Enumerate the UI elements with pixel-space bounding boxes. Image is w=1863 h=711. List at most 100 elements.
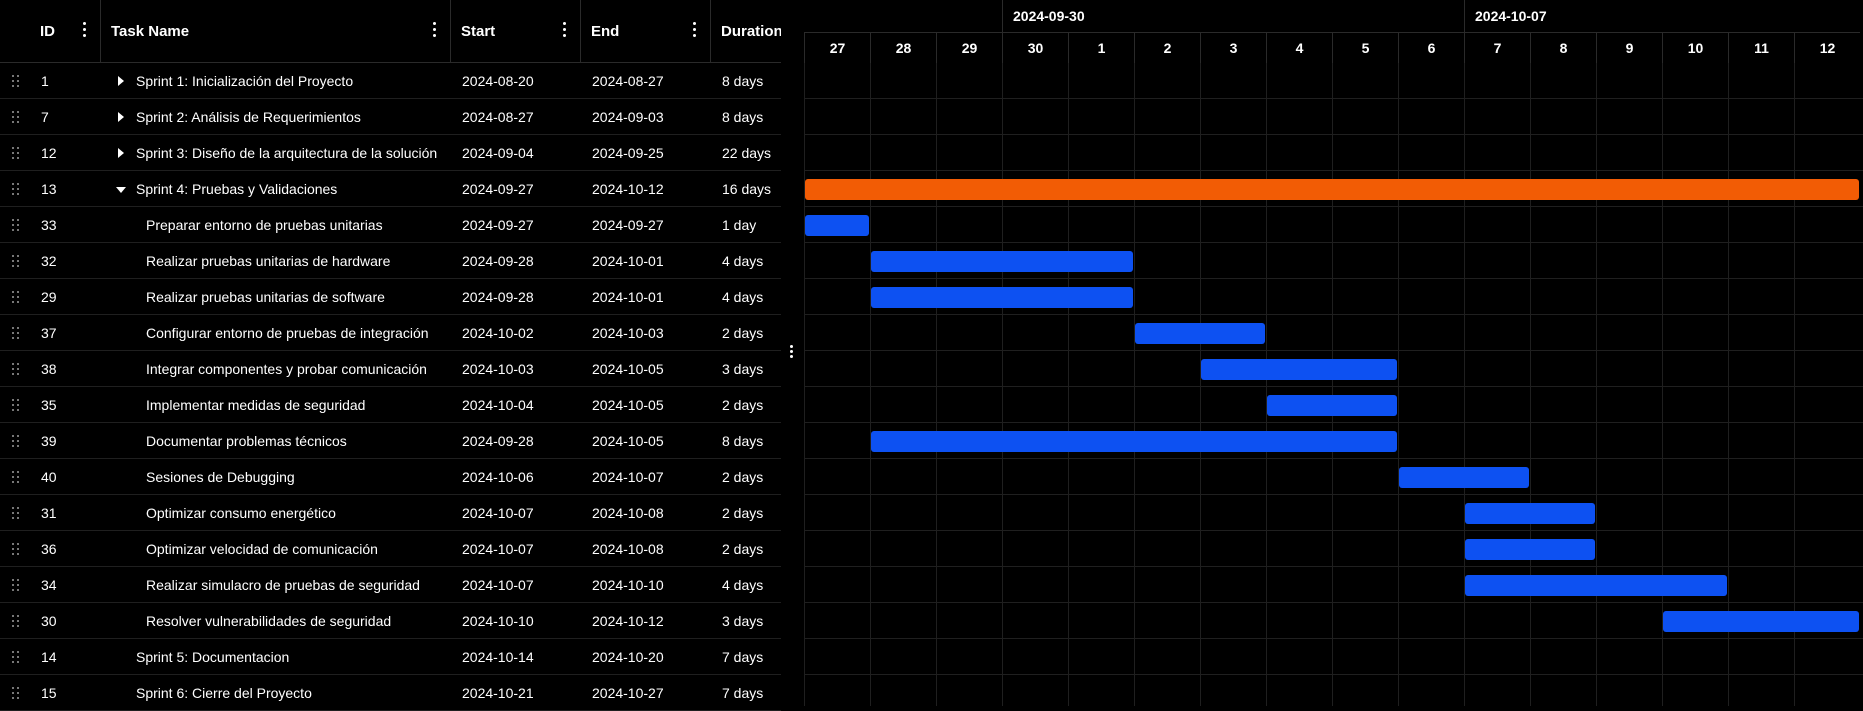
table-row[interactable]: 35 Implementar medidas de seguridad 2024-1… [0,387,781,423]
timeline-day-label: 1 [1068,32,1134,63]
column-header-end[interactable]: End [581,0,711,63]
cell-start: 2024-09-28 [462,433,534,449]
cell-start: 2024-09-27 [462,217,534,233]
cell-task-name: Sprint 3: Diseño de la arquitectura de l… [101,135,451,171]
cell-start: 2024-10-03 [462,361,534,377]
task-bar[interactable] [1663,611,1859,632]
drag-handle-icon[interactable] [12,291,20,303]
task-bar[interactable] [871,431,1397,452]
task-bar[interactable] [1465,575,1727,596]
table-row[interactable]: 14 Sprint 5: Documentacion 2024-10-14 2024-… [0,639,781,675]
drag-handle-icon[interactable] [12,687,20,699]
drag-handle-icon[interactable] [12,651,20,663]
cell-start: 2024-10-04 [462,397,534,413]
panel-splitter[interactable] [781,0,804,706]
cell-duration: 2 days [722,505,764,521]
timeline-day-label: 6 [1398,32,1464,63]
drag-handle-icon[interactable] [12,255,20,267]
drag-handle-icon[interactable] [12,579,20,591]
drag-handle-icon[interactable] [12,543,20,555]
table-row[interactable]: 33 Preparar entorno de pruebas unitarias 2… [0,207,781,243]
table-row[interactable]: 40 Sesiones de Debugging 2024-10-06 2024-10… [0,459,781,495]
task-bar[interactable] [1465,539,1595,560]
task-name-text: Sprint 6: Cierre del Proyecto [136,685,312,701]
timeline-row-line [804,566,1863,567]
table-row[interactable]: 1 Sprint 1: Inicialización del Proyecto 20… [0,63,781,99]
drag-handle-icon[interactable] [12,183,20,195]
cell-end: 2024-10-20 [592,649,664,665]
drag-handle-icon[interactable] [12,111,20,123]
task-bar[interactable] [1465,503,1595,524]
task-name-text: Implementar medidas de seguridad [146,397,366,413]
timeline-week-label: 2024-09-30 [1002,0,1464,32]
cell-duration: 22 days [722,145,772,161]
timeline-row-line [804,350,1863,351]
expand-toggle-icon[interactable] [118,148,124,158]
expand-toggle-icon[interactable] [118,112,124,122]
drag-handle-icon[interactable] [12,327,20,339]
cell-end: 2024-10-08 [592,541,664,557]
splitter-handle-icon[interactable] [790,345,794,359]
task-bar[interactable] [1201,359,1397,380]
column-header-end-label: End [591,23,620,40]
task-name-text: Configurar entorno de pruebas de integra… [146,325,429,341]
cell-id: 29 [41,289,57,305]
drag-handle-icon[interactable] [12,615,20,627]
task-bar[interactable] [871,287,1133,308]
expand-toggle-icon[interactable] [118,76,124,86]
summary-task-bar[interactable] [805,179,1859,200]
table-row[interactable]: 32 Realizar pruebas unitarias de hardware… [0,243,781,279]
table-row[interactable]: 34 Realizar simulacro de pruebas de segur… [0,567,781,603]
drag-handle-icon[interactable] [12,75,20,87]
drag-handle-icon[interactable] [12,219,20,231]
task-bar[interactable] [1135,323,1265,344]
table-row[interactable]: 39 Documentar problemas técnicos 2024-09-2… [0,423,781,459]
cell-start: 2024-09-28 [462,253,534,269]
drag-handle-icon[interactable] [12,363,20,375]
task-bar[interactable] [871,251,1133,272]
column-header-start[interactable]: Start [451,0,581,63]
cell-task-name: Sprint 4: Pruebas y Validaciones [101,171,451,207]
column-menu-icon[interactable] [81,22,87,38]
cell-duration: 1 day [722,217,757,233]
column-header-name[interactable]: Task Name [101,0,451,63]
cell-start: 2024-09-27 [462,181,534,197]
task-bar[interactable] [805,215,869,236]
cell-task-name: Optimizar velocidad de comunicación [101,531,451,567]
cell-start: 2024-10-10 [462,613,534,629]
task-bar[interactable] [1399,467,1529,488]
column-header-duration[interactable]: Duration [711,0,781,63]
column-menu-icon[interactable] [431,22,437,38]
table-row[interactable]: 36 Optimizar velocidad de comunicación 202… [0,531,781,567]
cell-id: 31 [41,505,57,521]
drag-handle-icon[interactable] [12,435,20,447]
table-row[interactable]: 13 Sprint 4: Pruebas y Validaciones 2024-0… [0,171,781,207]
cell-duration: 2 days [722,469,764,485]
cell-end: 2024-10-08 [592,505,664,521]
timeline-day-label: 28 [870,32,936,63]
drag-handle-icon[interactable] [12,399,20,411]
table-row[interactable]: 37 Configurar entorno de pruebas de integ… [0,315,781,351]
table-row[interactable]: 12 Sprint 3: Diseño de la arquitectura de… [0,135,781,171]
drag-handle-icon[interactable] [12,147,20,159]
table-row[interactable]: 38 Integrar componentes y probar comunica… [0,351,781,387]
drag-handle-icon[interactable] [12,507,20,519]
cell-end: 2024-10-10 [592,577,664,593]
column-menu-icon[interactable] [561,22,567,38]
task-name-text: Sesiones de Debugging [146,469,295,485]
collapse-toggle-icon[interactable] [116,187,126,193]
timeline-gridline [1530,63,1531,706]
table-row[interactable]: 30 Resolver vulnerabilidades de seguridad… [0,603,781,639]
table-row[interactable]: 7 Sprint 2: Análisis de Requerimientos 202… [0,99,781,135]
cell-start: 2024-10-07 [462,541,534,557]
timeline-gridline [804,63,805,706]
drag-handle-icon[interactable] [12,471,20,483]
column-menu-icon[interactable] [691,22,697,38]
column-header-id[interactable]: ID [30,0,101,63]
table-row[interactable]: 29 Realizar pruebas unitarias de software… [0,279,781,315]
task-bar[interactable] [1267,395,1397,416]
timeline-gridline [1068,63,1069,706]
cell-end: 2024-10-01 [592,253,664,269]
cell-id: 13 [41,181,57,197]
table-row[interactable]: 31 Optimizar consumo energético 2024-10-07… [0,495,781,531]
